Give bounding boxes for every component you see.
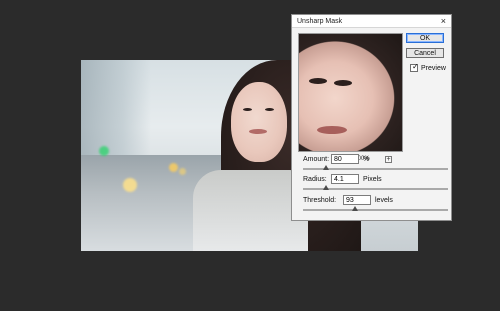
cancel-button-label: Cancel (414, 49, 436, 57)
amount-control: Amount: % (303, 154, 448, 176)
unsharp-mask-dialog: Unsharp Mask × OK Cancel ✓ Preview − 100… (291, 14, 452, 221)
amount-input[interactable] (331, 154, 359, 164)
threshold-control: Threshold: levels (303, 195, 448, 217)
preview-eye-left (309, 78, 327, 84)
ok-button-label: OK (419, 34, 431, 42)
subject-mouth (249, 129, 267, 134)
dialog-titlebar: Unsharp Mask × (292, 15, 451, 28)
subject-eye-right (265, 108, 274, 111)
preview-image[interactable] (298, 33, 403, 152)
close-icon[interactable]: × (441, 16, 446, 26)
preview-checkbox[interactable]: ✓ (410, 62, 419, 72)
amount-label: Amount: (303, 156, 330, 163)
amount-slider-thumb[interactable] (323, 165, 330, 170)
subject-eye-left (243, 108, 252, 111)
threshold-slider-thumb[interactable] (352, 206, 359, 211)
radius-control: Radius: Pixels (303, 174, 448, 196)
subject-face (231, 82, 287, 162)
threshold-input[interactable] (343, 195, 371, 205)
amount-unit: % (363, 156, 370, 163)
traffic-light-green (99, 146, 109, 156)
threshold-label: Threshold: (303, 197, 337, 204)
check-icon: ✓ (412, 62, 419, 71)
threshold-slider[interactable] (303, 206, 448, 211)
car-light (123, 178, 137, 192)
street-light-2 (179, 168, 186, 175)
ok-button[interactable]: OK (406, 33, 444, 43)
radius-slider[interactable] (303, 185, 448, 190)
radius-input[interactable] (331, 174, 359, 184)
threshold-unit: levels (375, 197, 393, 204)
preview-toggle[interactable]: ✓ Preview (410, 62, 446, 72)
street-light (169, 163, 178, 172)
radius-unit: Pixels (363, 176, 382, 183)
amount-slider[interactable] (303, 165, 448, 170)
radius-label: Radius: (303, 176, 327, 183)
preview-mouth (317, 126, 347, 134)
cancel-button[interactable]: Cancel (406, 48, 444, 58)
preview-eye-right (334, 80, 352, 86)
dialog-title: Unsharp Mask (297, 17, 343, 25)
radius-slider-thumb[interactable] (323, 185, 330, 190)
preview-label: Preview (421, 64, 446, 72)
